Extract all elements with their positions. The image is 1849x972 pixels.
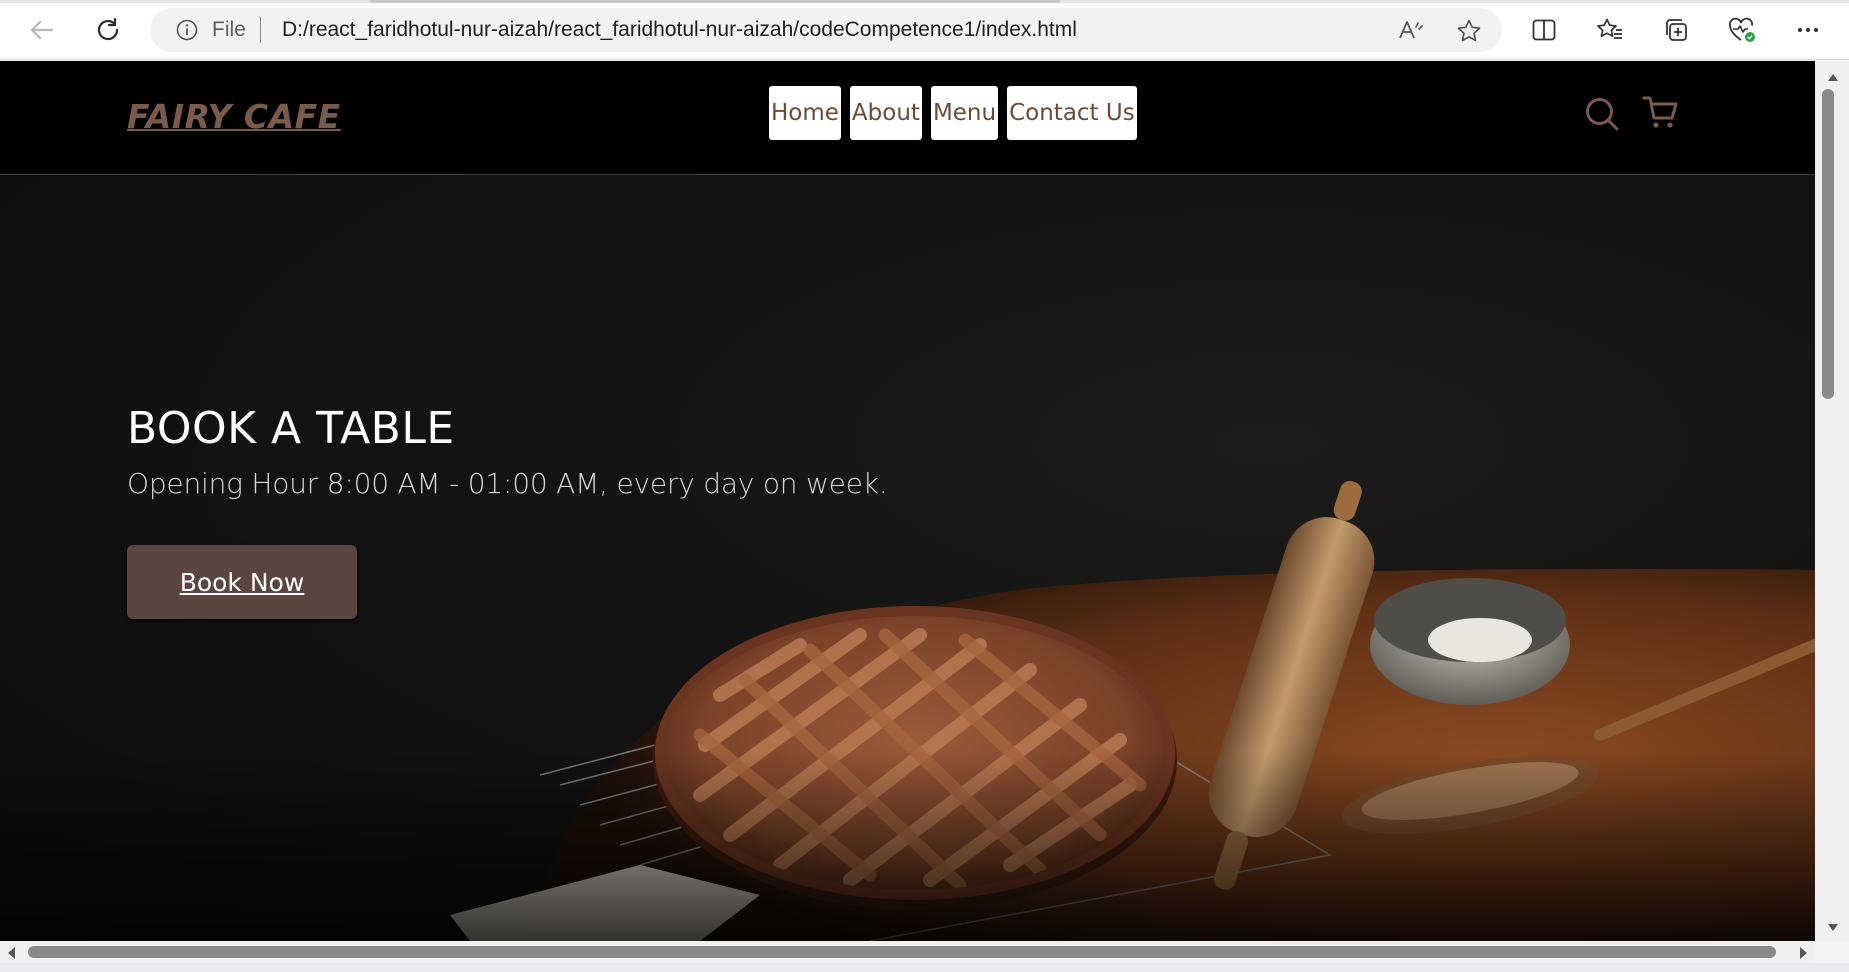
hero-title: BOOK A TABLE (127, 403, 455, 454)
book-now-button[interactable]: Book Now (127, 545, 357, 619)
main-nav: Home About Menu Contact Us (769, 86, 1137, 140)
refresh-icon[interactable] (90, 12, 126, 48)
hero-section: BOOK A TABLE Opening Hour 8:00 AM - 01:0… (0, 175, 1815, 941)
nav-home[interactable]: Home (769, 86, 841, 140)
url-text[interactable]: D:/react_faridhotul-nur-aizah/react_fari… (282, 18, 1077, 42)
search-icon[interactable] (1584, 96, 1620, 136)
scroll-left-arrow-icon[interactable] (6, 945, 16, 964)
browser-essentials-icon[interactable] (1724, 12, 1760, 48)
nav-menu[interactable]: Menu (930, 86, 999, 140)
browser-toolbar: File D:/react_faridhotul-nur-aizah/react… (0, 0, 1849, 60)
vertical-scroll-thumb[interactable] (1822, 89, 1834, 399)
file-label: File (212, 18, 246, 41)
hero-subtitle: Opening Hour 8:00 AM - 01:00 AM, every d… (127, 467, 888, 500)
back-icon[interactable] (24, 12, 60, 48)
site-logo[interactable]: FAIRY CAFE (127, 97, 341, 136)
vertical-scrollbar[interactable] (1815, 61, 1849, 941)
split-screen-icon[interactable] (1526, 12, 1562, 48)
nav-contact-us[interactable]: Contact Us (1007, 86, 1137, 140)
page-viewport: FAIRY CAFE Home About Menu Contact Us BO… (0, 61, 1815, 941)
favorites-icon[interactable] (1592, 12, 1628, 48)
nav-about[interactable]: About (849, 86, 922, 140)
info-icon[interactable] (176, 19, 198, 41)
tab-strip-edge (0, 0, 1849, 3)
read-aloud-icon[interactable] (1398, 19, 1424, 45)
horizontal-scroll-thumb[interactable] (28, 946, 1776, 958)
cart-icon[interactable] (1642, 94, 1680, 136)
address-separator (260, 17, 261, 43)
address-bar[interactable]: File D:/react_faridhotul-nur-aizah/react… (150, 8, 1502, 52)
scroll-down-arrow-icon[interactable] (1827, 918, 1839, 937)
scroll-right-arrow-icon[interactable] (1799, 945, 1809, 964)
taskbar-edge (0, 963, 1849, 972)
collections-icon[interactable] (1658, 12, 1694, 48)
favorite-star-icon[interactable] (1456, 18, 1482, 48)
site-header: FAIRY CAFE Home About Menu Contact Us (0, 61, 1815, 175)
more-icon[interactable] (1790, 12, 1826, 48)
horizontal-scrollbar[interactable] (0, 941, 1815, 963)
scroll-up-arrow-icon[interactable] (1827, 67, 1839, 86)
